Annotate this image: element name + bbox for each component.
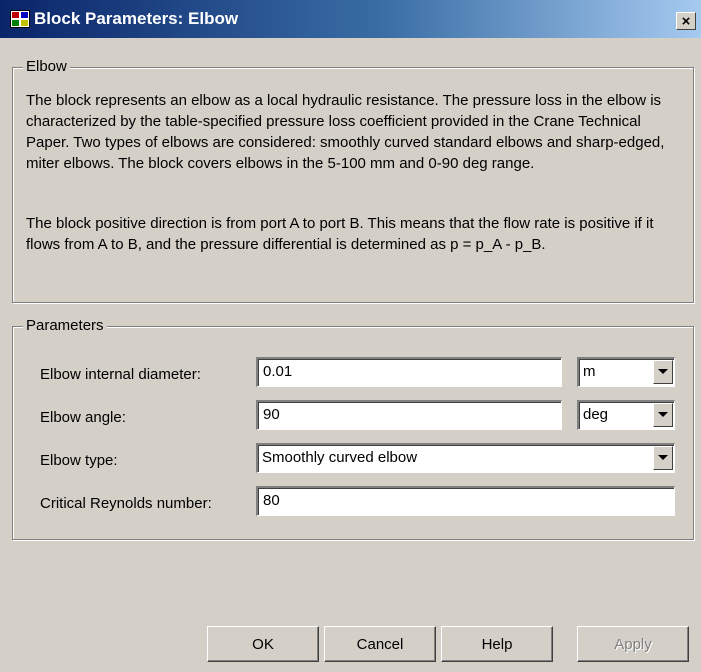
apply-button[interactable]: Apply (577, 626, 689, 662)
elbow-diameter-unit-select[interactable]: m (577, 357, 675, 387)
dropdown-arrow-icon[interactable] (653, 446, 673, 470)
description-paragraph-1: The block represents an elbow as a local… (26, 92, 665, 172)
close-button[interactable]: × (676, 12, 696, 30)
elbow-type-value: Smoothly curved elbow (262, 449, 418, 466)
app-icon[interactable] (10, 10, 30, 28)
description-paragraph-2: The block positive direction is from por… (26, 215, 654, 253)
elbow-diameter-unit-value: m (583, 363, 596, 380)
close-icon: × (681, 12, 691, 30)
block-parameters-dialog: Block Parameters: Elbow × Elbow The bloc… (0, 0, 701, 672)
dropdown-arrow-icon[interactable] (653, 403, 673, 427)
window-title: Block Parameters: Elbow (34, 9, 239, 28)
elbow-angle-label: Elbow angle: (40, 409, 126, 426)
elbow-diameter-label: Elbow internal diameter: (40, 366, 201, 383)
title-bar[interactable]: Block Parameters: Elbow × (0, 0, 701, 38)
cancel-button[interactable]: Cancel (324, 626, 436, 662)
elbow-angle-unit-value: deg (583, 406, 609, 423)
ok-button[interactable]: OK (207, 626, 319, 662)
critical-reynolds-label: Critical Reynolds number: (40, 495, 212, 512)
help-button[interactable]: Help (441, 626, 553, 662)
elbow-angle-unit-select[interactable]: deg (577, 400, 675, 430)
dropdown-arrow-icon[interactable] (653, 360, 673, 384)
parameters-group-legend: Parameters (23, 317, 107, 334)
critical-reynolds-input[interactable]: 80 (256, 486, 675, 516)
description-group: Elbow The block represents an elbow as a… (12, 58, 694, 303)
elbow-angle-input[interactable]: 90 (256, 400, 562, 430)
elbow-type-select[interactable]: Smoothly curved elbow (256, 443, 675, 473)
elbow-diameter-input[interactable]: 0.01 (256, 357, 562, 387)
elbow-type-label: Elbow type: (40, 452, 118, 469)
description-group-legend: Elbow (23, 58, 70, 75)
